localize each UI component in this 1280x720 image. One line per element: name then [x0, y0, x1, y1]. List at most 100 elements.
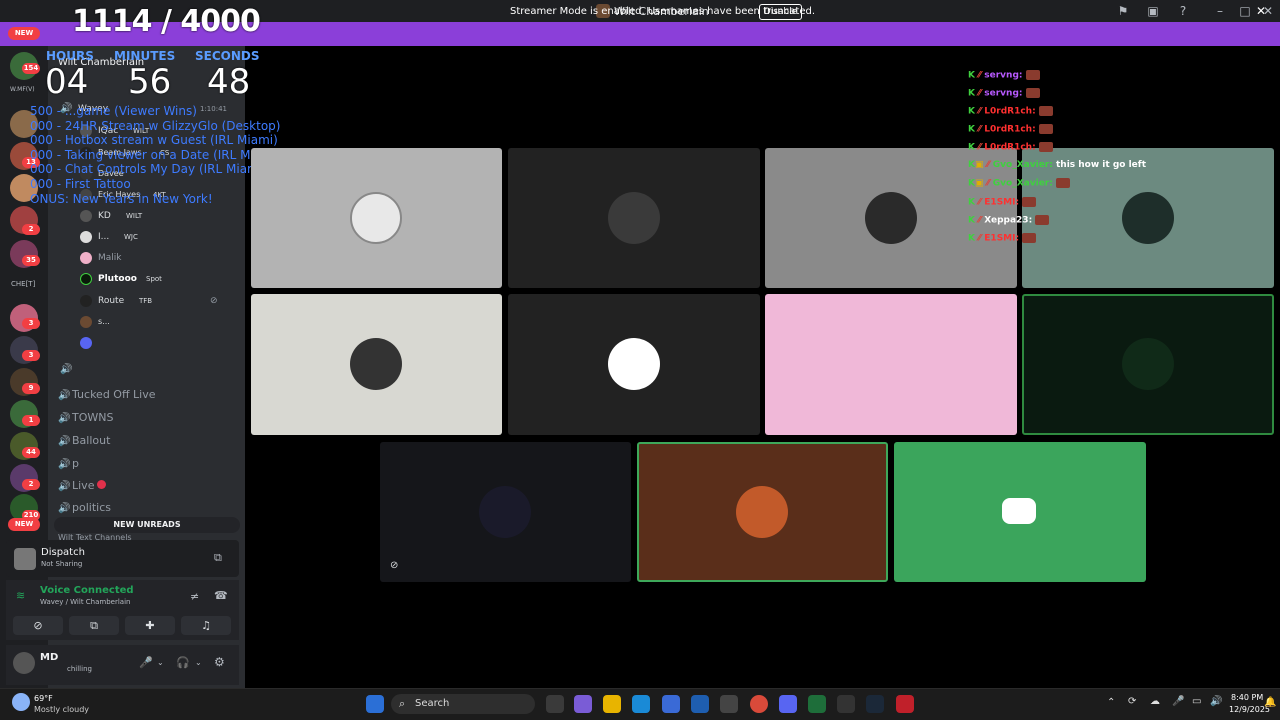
help-icon[interactable]: ? [1175, 3, 1191, 19]
voice-user-tag: Spot [146, 275, 162, 283]
server-badge: 3 [22, 350, 40, 361]
chat-line: K ⁄⁄ L0rdR1ch: [968, 142, 1053, 153]
server-label[interactable]: CHE[T] [11, 280, 35, 288]
excel-icon[interactable] [808, 695, 826, 713]
server-badge: 3 [22, 318, 40, 329]
participant-tile[interactable]: ⊘ [380, 442, 631, 582]
chat-line: K ⁄⁄ E1SMI: [968, 197, 1037, 208]
voice-user-name[interactable]: Plutooo [98, 274, 137, 284]
server-badge: 44 [22, 447, 40, 458]
soundboard-button[interactable]: ♫ [181, 616, 231, 635]
screen-icon[interactable]: ▣ [1145, 3, 1161, 19]
voice-channel[interactable]: 🔊 p [58, 457, 85, 470]
noise-suppression-icon[interactable]: ≠ [190, 590, 199, 603]
headphones-icon[interactable]: 🎧 [176, 656, 190, 669]
disable-button[interactable]: Disable [759, 4, 802, 20]
speaker-icon: 🔊 [58, 436, 71, 447]
inbox-icon[interactable]: ⚑ [1115, 3, 1131, 19]
participant-tile[interactable] [251, 294, 502, 435]
avatar[interactable] [13, 652, 35, 674]
new-pill[interactable]: NEW [8, 518, 40, 531]
participant-tile[interactable] [765, 294, 1017, 435]
avatar [865, 192, 917, 244]
user-status: chilling [67, 665, 92, 673]
avatar [479, 486, 531, 538]
participant-tile[interactable] [894, 442, 1146, 582]
chat-line: K ⁄⁄ servng: [968, 88, 1040, 99]
deafened-icon: ⊘ [210, 296, 218, 306]
notification-icon[interactable]: 🔔 [1264, 697, 1276, 708]
voice-user-name[interactable]: Malik [98, 253, 122, 263]
app-icon[interactable] [720, 695, 738, 713]
new-unreads-pill[interactable]: NEW UNREADS [54, 517, 240, 533]
weather-desc[interactable]: Mostly cloudy [34, 705, 89, 714]
user-panel [6, 645, 239, 685]
microphone-tray-icon[interactable]: 🎤 [1172, 696, 1184, 707]
screen-share-button[interactable]: ⧉ [69, 616, 119, 635]
voice-location[interactable]: Wavey / Wilt Chamberlain [40, 598, 130, 606]
avatar [350, 192, 402, 244]
task-view-icon[interactable] [546, 695, 564, 713]
participant-tile[interactable] [637, 442, 888, 582]
seconds-label: SECONDS [195, 49, 260, 63]
gear-icon[interactable]: ⚙ [214, 655, 225, 669]
voice-user-tag: TFB [139, 297, 153, 305]
minimize-icon[interactable]: – [1212, 3, 1228, 19]
voice-channel[interactable]: 🔊 Ballout [58, 434, 116, 447]
mail-icon[interactable] [691, 695, 709, 713]
activities-button[interactable]: ✚ [125, 616, 175, 635]
dispatch-panel [6, 540, 239, 577]
voice-user-name[interactable]: I... [98, 232, 109, 242]
chevron-down-icon[interactable]: ⌄ [195, 658, 202, 667]
disconnect-icon[interactable]: ☎ [214, 589, 228, 602]
search-box[interactable] [391, 694, 535, 714]
copilot-icon[interactable] [574, 695, 592, 713]
speaker-icon: 🔊 [58, 413, 71, 424]
schedule-item: 000 - Chat Controls My Day (IRL Miami) [30, 162, 267, 176]
voice-user-name[interactable]: KD [98, 211, 111, 221]
voice-channel[interactable]: 🔊 TOWNS [58, 411, 119, 424]
new-pill[interactable]: NEW [8, 27, 40, 40]
start-icon[interactable] [366, 695, 384, 713]
weather-icon[interactable] [12, 693, 30, 711]
live-dot-icon [97, 480, 107, 489]
camera-off-button[interactable]: ⊘ [13, 616, 63, 635]
volume-icon[interactable]: 🔊 [1210, 696, 1222, 707]
voice-channel[interactable]: 🔊 Tucked Off Live [58, 388, 156, 401]
participant-tile[interactable] [251, 148, 502, 288]
voice-user-name[interactable]: s... [98, 317, 110, 326]
stream-icon[interactable]: ⧉ [214, 551, 222, 565]
edge-icon[interactable] [632, 695, 650, 713]
discord-icon[interactable] [779, 695, 797, 713]
store-icon[interactable] [662, 695, 680, 713]
signal-icon[interactable]: ≋ [16, 589, 25, 602]
chat-line: K ⁄⁄ servng: [968, 70, 1040, 81]
avatar [80, 231, 92, 243]
channel-name: Ballout [72, 434, 111, 447]
participant-tile[interactable] [508, 294, 760, 435]
participant-tile[interactable] [508, 148, 760, 288]
muted-icon: ⊘ [390, 560, 399, 571]
chrome-icon[interactable] [750, 695, 768, 713]
voice-channel[interactable]: 🔊 Live [58, 479, 107, 492]
display-icon[interactable]: ▭ [1192, 696, 1201, 707]
chat-line: K ⁄⁄ L0rdR1ch: [968, 106, 1053, 117]
voice-user-name[interactable]: Route [98, 296, 124, 306]
server-label[interactable]: W.MF(V) [10, 86, 35, 93]
chevron-up-icon[interactable]: ⌃ [1107, 697, 1115, 708]
voice-user-tag: 1:10:41 [200, 105, 227, 113]
network-icon[interactable]: ☁ [1150, 696, 1160, 707]
sync-icon[interactable]: ⟳ [1128, 696, 1136, 707]
microphone-icon[interactable]: 🎤 [139, 656, 153, 669]
app-icon[interactable] [896, 695, 914, 713]
banner-close-icon[interactable]: ✕ [1256, 4, 1266, 18]
chevron-down-icon[interactable]: ⌄ [157, 658, 164, 667]
voice-channel[interactable]: 🔊 politics [58, 501, 117, 514]
weather-temp[interactable]: 69°F [34, 694, 53, 703]
file-explorer-icon[interactable] [603, 695, 621, 713]
maximize-icon[interactable]: □ [1237, 3, 1253, 19]
steam-icon[interactable] [866, 695, 884, 713]
clock-time[interactable]: 8:40 PM [1231, 693, 1263, 702]
app-icon[interactable] [837, 695, 855, 713]
participant-tile[interactable] [1022, 294, 1274, 435]
